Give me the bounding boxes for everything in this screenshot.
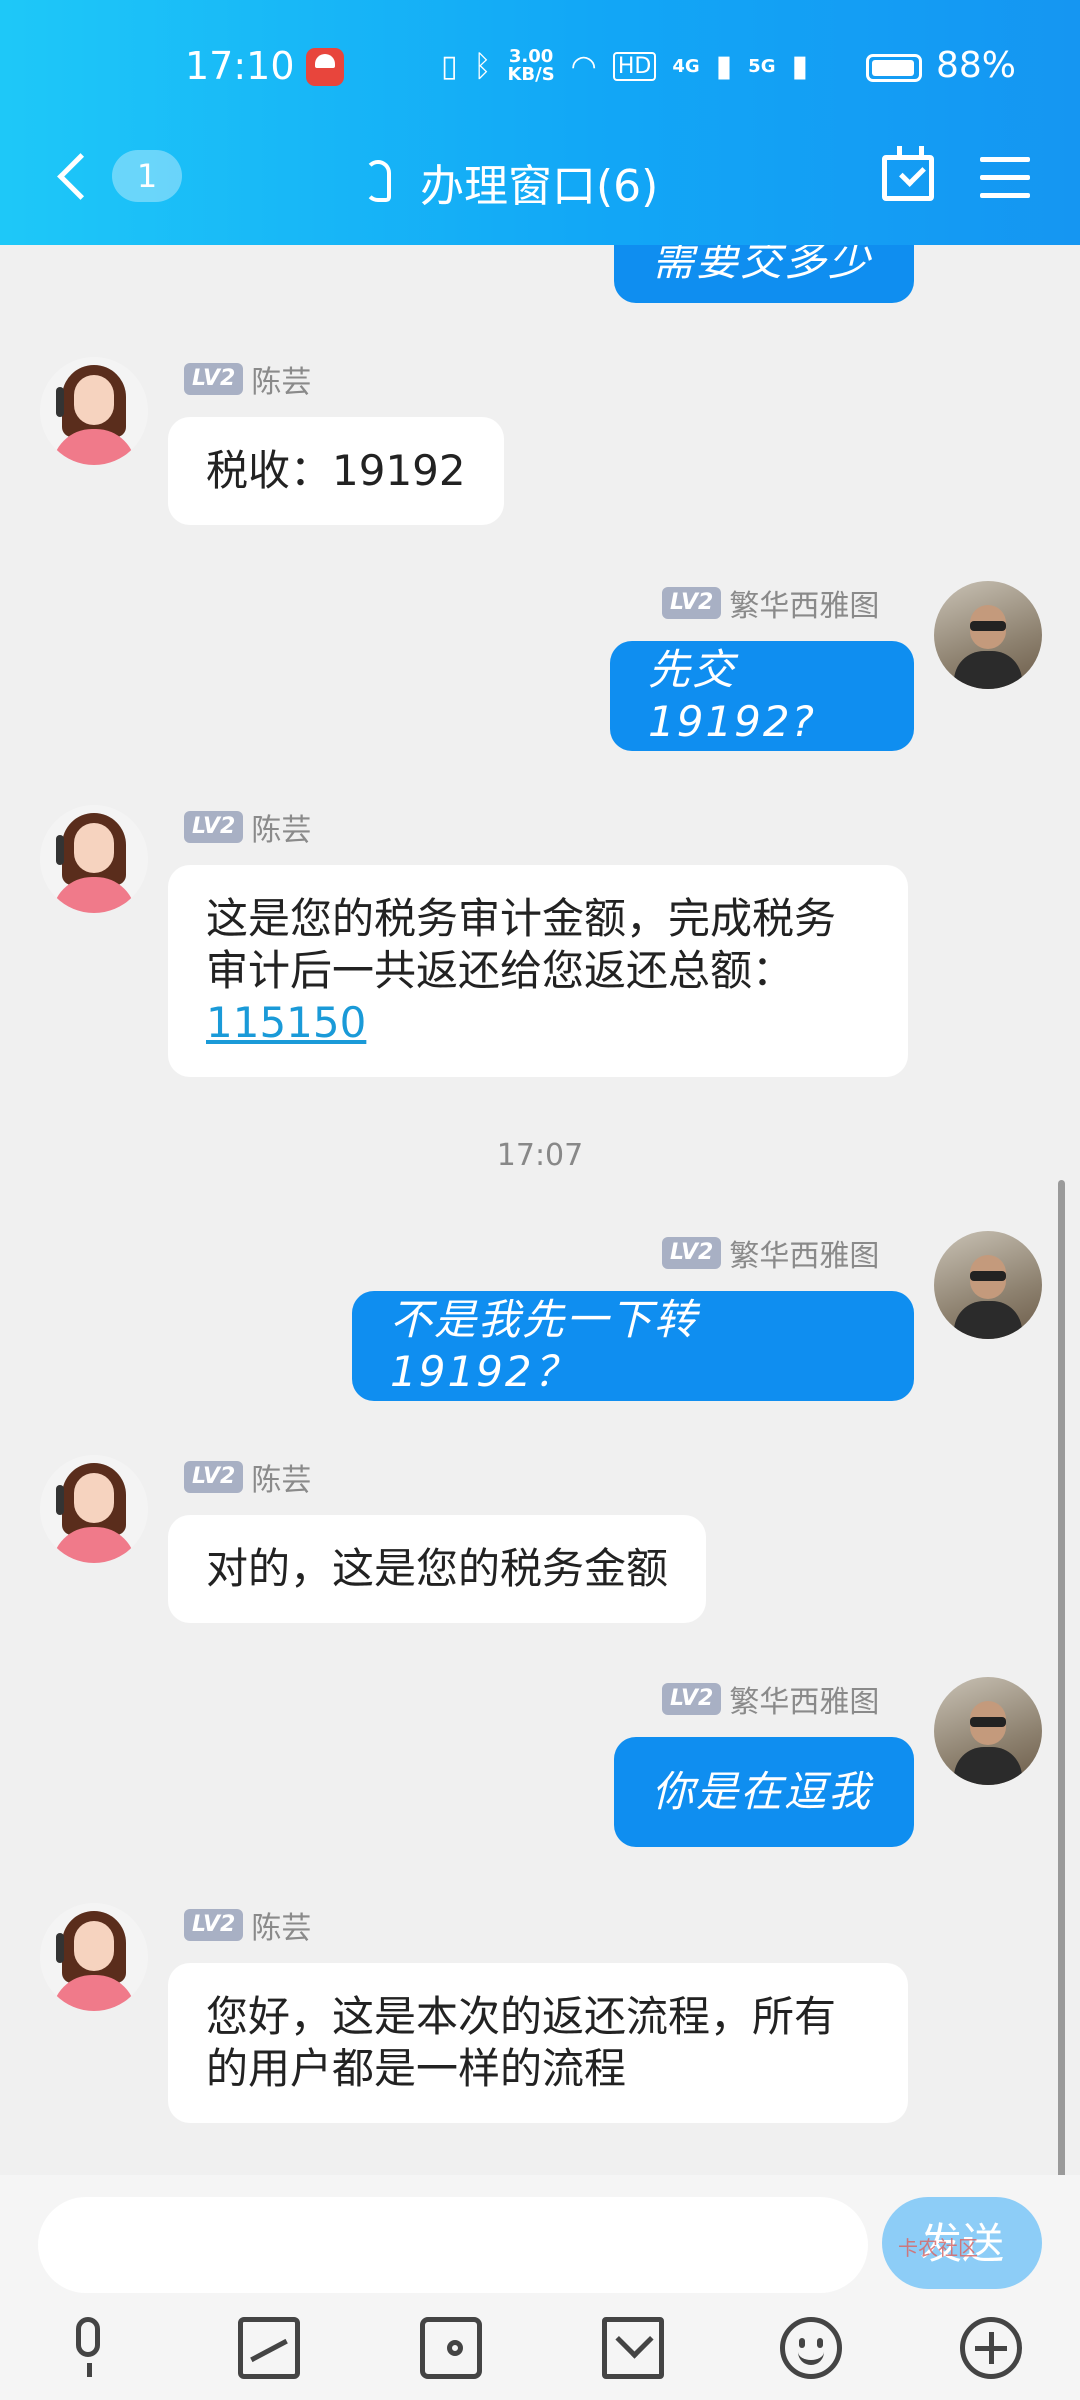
calendar-check-icon[interactable] xyxy=(882,146,934,201)
level-badge: LV2 xyxy=(662,1237,722,1269)
amount-link[interactable]: 115150 xyxy=(206,998,366,1047)
message-bubble-outgoing[interactable]: 需要交多少 xyxy=(614,245,914,303)
message-bubble-incoming[interactable]: 税收：19192 xyxy=(168,417,504,525)
chat-message-list[interactable]: 需要交多少 LV2 陈芸 税收：19192 LV2 繁华西雅图 先交19192?… xyxy=(0,245,1080,2175)
menu-icon[interactable] xyxy=(980,157,1030,199)
watermark: 卡农社区 xyxy=(898,2236,978,2260)
sender-name: 陈芸 xyxy=(251,813,312,848)
signal-4g-icon: 4G xyxy=(672,55,700,77)
camera-icon[interactable] xyxy=(420,2317,482,2379)
user-avatar[interactable] xyxy=(934,1677,1042,1785)
message-bubble-outgoing[interactable]: 先交19192? xyxy=(610,641,914,751)
message-text: 税收：19192 xyxy=(206,446,466,495)
level-badge: LV2 xyxy=(184,1461,244,1493)
message-bubble-incoming[interactable]: 您好，这是本次的返还流程，所有的用户都是一样的流程 xyxy=(168,1963,908,2123)
image-icon[interactable] xyxy=(238,2317,300,2379)
network-speed-unit: KB/S xyxy=(507,64,555,85)
message-text: 先交19192? xyxy=(648,645,816,746)
back-button[interactable] xyxy=(52,150,92,200)
network-speed: 3.00 KB/S xyxy=(507,48,554,84)
signal-5g-icon: 5G xyxy=(748,55,776,77)
message-text: 需要交多少 xyxy=(652,245,873,285)
status-time: 17:10 xyxy=(185,44,295,88)
microphone-icon[interactable] xyxy=(58,2317,120,2379)
agent-avatar[interactable] xyxy=(40,805,148,913)
message-text: 这是您的税务审计金额，完成税务审计后一共返还给您返还总额： xyxy=(206,894,837,995)
sender-name-row: LV2 繁华西雅图 xyxy=(662,1677,879,1721)
scrollbar[interactable] xyxy=(1058,1180,1065,2175)
battery-icon xyxy=(866,54,922,82)
unread-count-badge[interactable]: 1 xyxy=(112,150,182,202)
time-divider: 17:07 xyxy=(496,1138,584,1173)
sender-name-row: LV2 陈芸 xyxy=(184,357,311,401)
header-bar: 17:10 ▯ ᛒ 3.00 KB/S ◠ HD 4G ▮ 5G ▮ 88% 1… xyxy=(0,0,1080,245)
sender-name: 繁华西雅图 xyxy=(729,589,880,624)
sender-name-row: LV2 繁华西雅图 xyxy=(662,1231,879,1275)
user-avatar[interactable] xyxy=(934,1231,1042,1339)
message-text: 不是我先一下转19192？ xyxy=(390,1295,699,1396)
message-text: 您好，这是本次的返还流程，所有的用户都是一样的流程 xyxy=(206,1992,837,2093)
agent-avatar[interactable] xyxy=(40,1455,148,1563)
message-bubble-incoming[interactable]: 对的，这是您的税务金额 xyxy=(168,1515,707,1623)
plus-icon[interactable] xyxy=(960,2317,1022,2379)
status-icons: ▯ ᛒ 3.00 KB/S ◠ HD 4G ▮ 5G ▮ xyxy=(441,48,808,84)
vibrate-icon: ▯ xyxy=(440,48,458,84)
wifi-icon: ◠ xyxy=(570,48,597,84)
envelope-icon[interactable] xyxy=(602,2317,664,2379)
level-badge: LV2 xyxy=(662,587,722,619)
message-bubble-outgoing[interactable]: 你是在逗我 xyxy=(614,1737,914,1847)
user-avatar[interactable] xyxy=(934,581,1042,689)
level-badge: LV2 xyxy=(184,1909,244,1941)
ear-icon xyxy=(365,160,391,202)
sender-name-row: LV2 陈芸 xyxy=(184,805,311,849)
message-bubble-outgoing[interactable]: 不是我先一下转19192？ xyxy=(352,1291,914,1401)
input-bar: 发送 xyxy=(0,2175,1080,2400)
sender-name-row: LV2 繁华西雅图 xyxy=(662,581,879,625)
page-title: 办理窗口(6) xyxy=(420,161,659,212)
message-input[interactable] xyxy=(38,2197,868,2293)
sender-name-row: LV2 陈芸 xyxy=(184,1455,311,1499)
level-badge: LV2 xyxy=(662,1683,722,1715)
level-badge: LV2 xyxy=(184,811,244,843)
sender-name: 繁华西雅图 xyxy=(729,1685,880,1720)
signal-bars-icon: ▮ xyxy=(715,48,733,84)
bluetooth-icon: ᛒ xyxy=(473,48,492,84)
message-text: 对的，这是您的税务金额 xyxy=(206,1544,669,1593)
sender-name: 陈芸 xyxy=(251,1911,312,1946)
sender-name: 陈芸 xyxy=(251,1463,312,1498)
sender-name: 陈芸 xyxy=(251,365,312,400)
hd-icon: HD xyxy=(612,51,657,81)
message-bubble-incoming[interactable]: 这是您的税务审计金额，完成税务审计后一共返还给您返还总额：115150 xyxy=(168,865,908,1077)
message-text: 你是在逗我 xyxy=(652,1767,873,1816)
sender-name: 繁华西雅图 xyxy=(729,1239,880,1274)
sender-name-row: LV2 陈芸 xyxy=(184,1903,311,1947)
signal-bars-icon-2: ▮ xyxy=(791,48,808,84)
agent-avatar[interactable] xyxy=(40,357,148,465)
emoji-icon[interactable] xyxy=(780,2317,842,2379)
level-badge: LV2 xyxy=(184,363,244,395)
battery-percent: 88% xyxy=(936,45,1017,86)
notification-app-icon xyxy=(306,48,344,86)
agent-avatar[interactable] xyxy=(40,1903,148,2011)
